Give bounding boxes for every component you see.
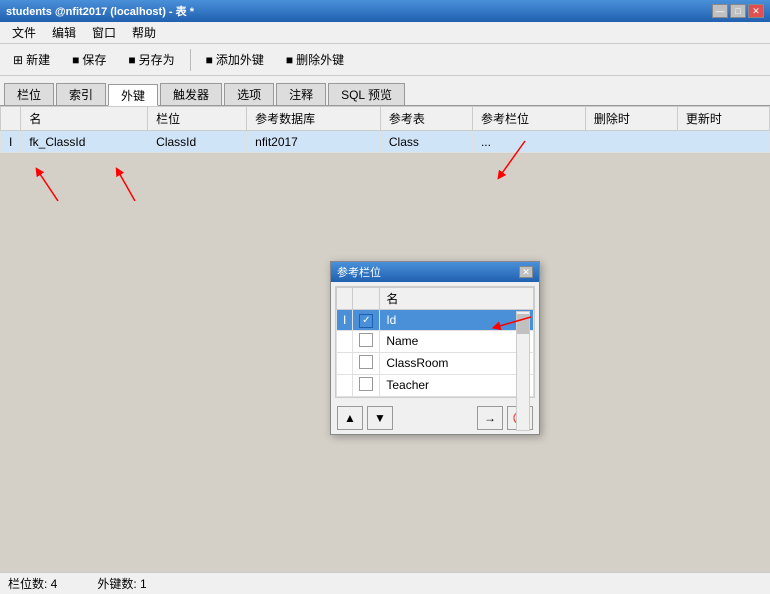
popup-col-indicator bbox=[337, 288, 353, 310]
fk-classid-arrow-icon bbox=[28, 161, 68, 201]
tab-comments[interactable]: 注释 bbox=[276, 83, 326, 105]
arrow2-container bbox=[110, 161, 150, 204]
fk-name: fk_ClassId bbox=[21, 131, 148, 153]
popup-footer: ▲ ▼ → 🚫 bbox=[331, 402, 539, 434]
title-bar: students @nfit2017 (localhost) - 表 * — □… bbox=[0, 0, 770, 22]
fk-refcol[interactable]: ... bbox=[472, 131, 585, 153]
popup-col-check bbox=[353, 288, 380, 310]
popup-name-classroom: ClassRoom bbox=[380, 352, 534, 374]
fk-column: ClassId bbox=[148, 131, 247, 153]
scrollbar-thumb bbox=[517, 314, 529, 334]
unchecked-icon bbox=[359, 333, 373, 347]
fk-upd-action bbox=[677, 131, 769, 153]
col-indicator-header bbox=[1, 107, 21, 131]
new-icon: ⊞ bbox=[13, 53, 23, 67]
saveas-label: 另存为 bbox=[139, 51, 175, 68]
delkey-icon: ■ bbox=[286, 53, 293, 67]
addkey-icon: ■ bbox=[206, 53, 213, 67]
popup-close-button[interactable]: ✕ bbox=[519, 266, 533, 278]
popup-checkbox-name[interactable] bbox=[353, 330, 380, 352]
checked-icon: ✓ bbox=[359, 314, 373, 328]
maximize-button[interactable]: □ bbox=[730, 4, 746, 18]
addkey-label: 添加外键 bbox=[216, 51, 264, 68]
ref-col-dialog: 参考栏位 ✕ 名 I bbox=[330, 261, 540, 435]
menu-bar: 文件 编辑 窗口 帮助 bbox=[0, 22, 770, 44]
popup-checkbox-id[interactable]: ✓ bbox=[353, 310, 380, 331]
popup-name-id: Id bbox=[380, 310, 534, 331]
tab-indexes[interactable]: 索引 bbox=[56, 83, 106, 105]
tab-columns[interactable]: 栏位 bbox=[4, 83, 54, 105]
col-upd-header: 更新时 bbox=[677, 107, 769, 131]
popup-row-teacher[interactable]: Teacher bbox=[337, 374, 534, 396]
tab-triggers[interactable]: 触发器 bbox=[160, 83, 222, 105]
popup-footer-left: ▲ ▼ bbox=[337, 406, 393, 430]
tab-bar: 栏位 索引 外键 触发器 选项 注释 SQL 预览 bbox=[0, 76, 770, 106]
main-content: 名 栏位 参考数据库 参考表 参考栏位 删除时 更新时 I fk_ClassId… bbox=[0, 106, 770, 572]
confirm-button[interactable]: → bbox=[477, 406, 503, 430]
fk-del-action bbox=[585, 131, 677, 153]
popup-name-teacher: Teacher bbox=[380, 374, 534, 396]
classid-arrow-icon bbox=[110, 161, 150, 201]
col-name-header: 名 bbox=[21, 107, 148, 131]
move-up-button[interactable]: ▲ bbox=[337, 406, 363, 430]
row-indicator: I bbox=[1, 131, 21, 153]
delkey-label: 删除外键 bbox=[296, 51, 344, 68]
window-controls: — □ ✕ bbox=[712, 4, 764, 18]
toolbar: ⊞ 新建 ■ 保存 ■ 另存为 ■ 添加外键 ■ 删除外键 bbox=[0, 44, 770, 76]
menu-window[interactable]: 窗口 bbox=[84, 22, 124, 43]
fk-reftable: Class bbox=[380, 131, 472, 153]
unchecked-icon bbox=[359, 355, 373, 369]
table-row[interactable]: I fk_ClassId ClassId nfit2017 Class ... bbox=[1, 131, 770, 153]
tab-foreign-keys[interactable]: 外键 bbox=[108, 84, 158, 106]
minimize-button[interactable]: — bbox=[712, 4, 728, 18]
save-label: 保存 bbox=[82, 51, 106, 68]
popup-checkbox-teacher[interactable] bbox=[353, 374, 380, 396]
col-del-header: 删除时 bbox=[585, 107, 677, 131]
foreign-keys-count: 外键数: 1 bbox=[97, 575, 146, 592]
popup-title-text: 参考栏位 bbox=[337, 264, 381, 280]
ref-col-table: 名 I ✓ Id bbox=[336, 287, 534, 397]
col-column-header: 栏位 bbox=[148, 107, 247, 131]
col-refdb-header: 参考数据库 bbox=[247, 107, 381, 131]
popup-row-name[interactable]: Name bbox=[337, 330, 534, 352]
popup-scrollbar[interactable] bbox=[516, 311, 530, 431]
popup-name-name: Name bbox=[380, 330, 534, 352]
fk-refdb: nfit2017 bbox=[247, 131, 381, 153]
foreign-keys-table: 名 栏位 参考数据库 参考表 参考栏位 删除时 更新时 I fk_ClassId… bbox=[0, 106, 770, 153]
delkey-button[interactable]: ■ 删除外键 bbox=[277, 47, 353, 73]
popup-col-name: 名 bbox=[380, 288, 534, 310]
new-label: 新建 bbox=[26, 51, 50, 68]
save-button[interactable]: ■ 保存 bbox=[63, 47, 115, 73]
popup-checkbox-classroom[interactable] bbox=[353, 352, 380, 374]
new-button[interactable]: ⊞ 新建 bbox=[4, 47, 59, 73]
popup-row-indicator: I bbox=[337, 310, 353, 331]
col-refcol-header: 参考栏位 bbox=[472, 107, 585, 131]
toolbar-separator bbox=[190, 49, 191, 71]
saveas-button[interactable]: ■ 另存为 bbox=[119, 47, 183, 73]
popup-row-classroom[interactable]: ClassRoom bbox=[337, 352, 534, 374]
menu-edit[interactable]: 编辑 bbox=[44, 22, 84, 43]
columns-count: 栏位数: 4 bbox=[8, 575, 57, 592]
unchecked-icon bbox=[359, 377, 373, 391]
menu-help[interactable]: 帮助 bbox=[124, 22, 164, 43]
tab-sql-preview[interactable]: SQL 预览 bbox=[328, 83, 405, 105]
window-title: students @nfit2017 (localhost) - 表 * bbox=[6, 3, 194, 19]
menu-file[interactable]: 文件 bbox=[4, 22, 44, 43]
tab-options[interactable]: 选项 bbox=[224, 83, 274, 105]
popup-row-id[interactable]: I ✓ Id bbox=[337, 310, 534, 331]
arrow1-container bbox=[28, 161, 68, 204]
status-bar: 栏位数: 4 外键数: 1 bbox=[0, 572, 770, 594]
addkey-button[interactable]: ■ 添加外键 bbox=[197, 47, 273, 73]
saveas-icon: ■ bbox=[128, 53, 135, 67]
popup-title-bar: 参考栏位 ✕ bbox=[331, 262, 539, 282]
move-down-button[interactable]: ▼ bbox=[367, 406, 393, 430]
col-reftable-header: 参考表 bbox=[380, 107, 472, 131]
close-button[interactable]: ✕ bbox=[748, 4, 764, 18]
save-icon: ■ bbox=[72, 53, 79, 67]
